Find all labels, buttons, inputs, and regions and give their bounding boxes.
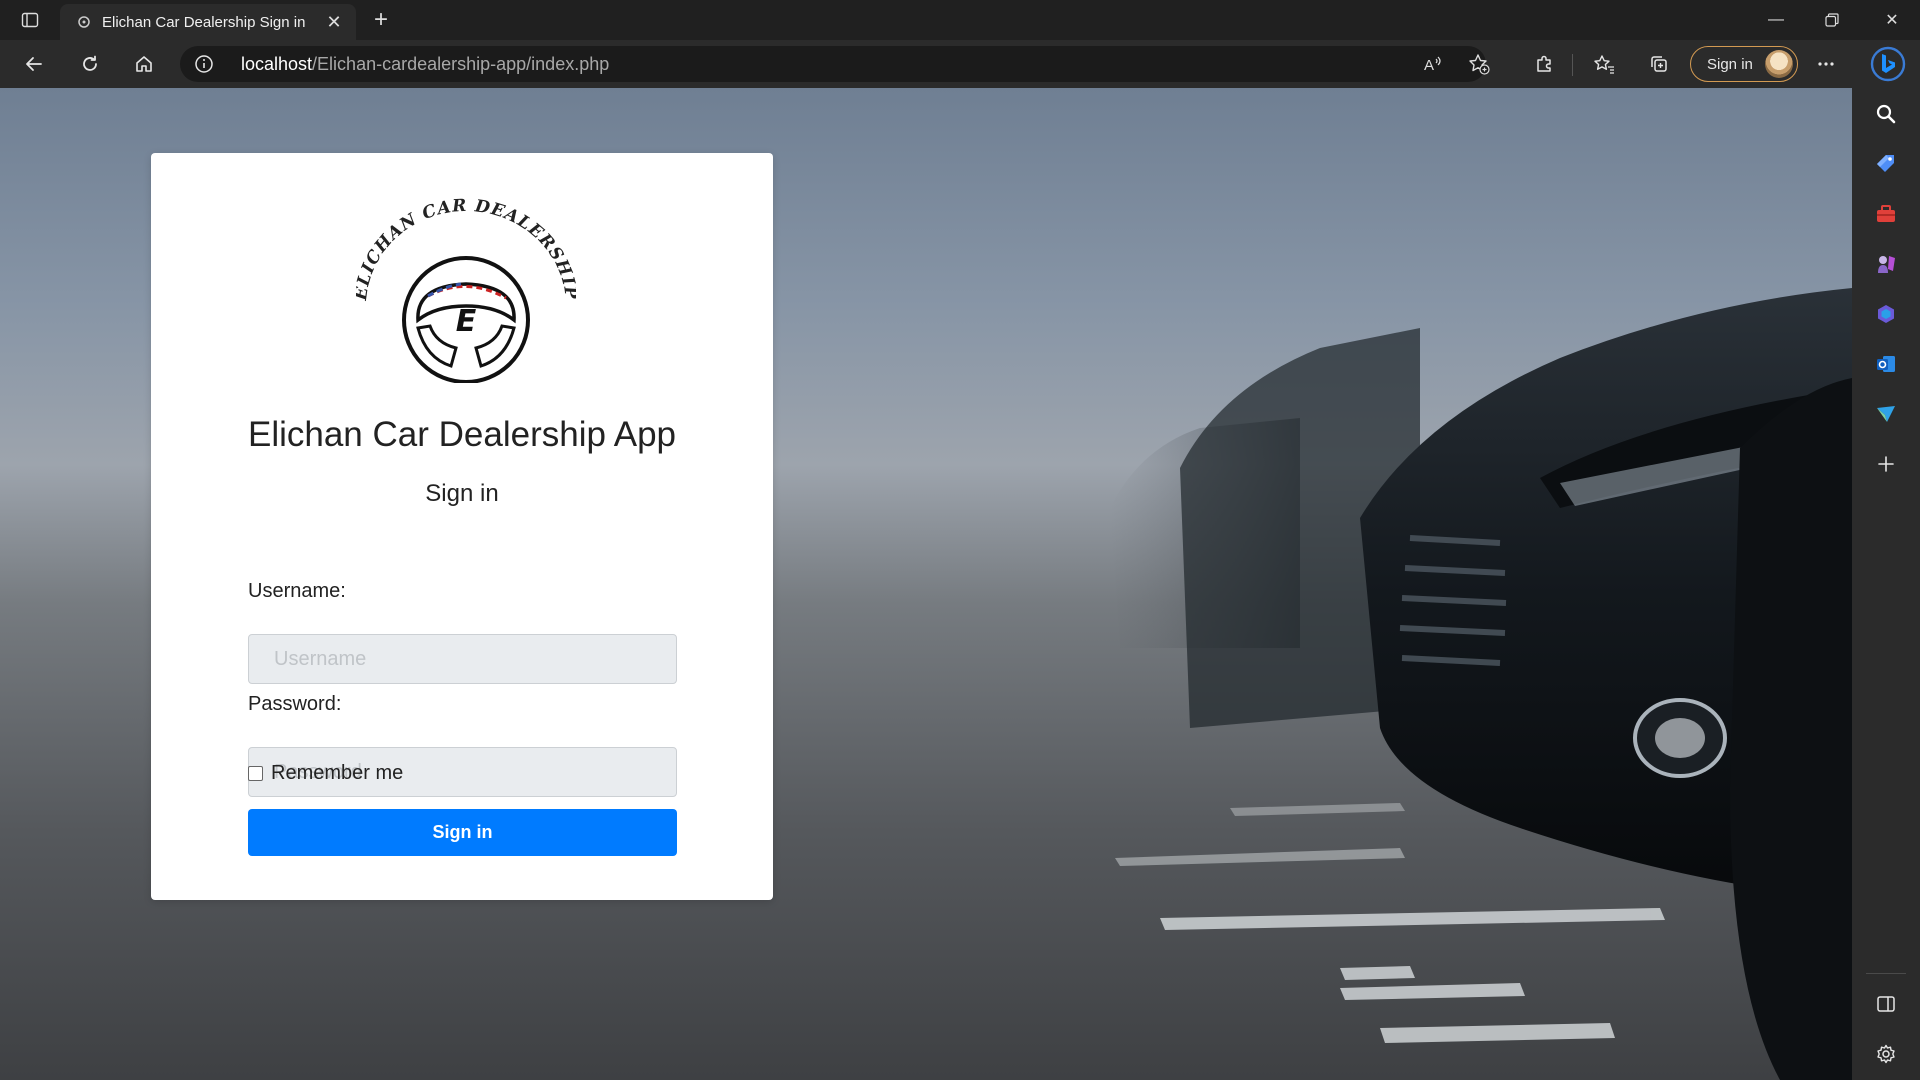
settings-icon [1877, 1044, 1895, 1064]
outlook-icon [1877, 356, 1895, 372]
shopping-tag-icon [1877, 155, 1894, 172]
bing-copilot-button[interactable] [1868, 44, 1908, 84]
browser-toolbar: localhost/Elichan-cardealership-app/inde… [0, 40, 1920, 88]
puzzle-icon [1537, 55, 1551, 72]
send-icon [1877, 406, 1895, 422]
svg-text:A: A [1424, 57, 1434, 74]
settings-and-more-button[interactable] [1810, 48, 1842, 80]
sidebar-games-button[interactable] [1870, 248, 1902, 280]
split-view-icon [1877, 996, 1895, 1012]
profile-sign-in-label: Sign in [1707, 55, 1753, 73]
collections-icon [1651, 56, 1667, 72]
sidebar-split-view-button[interactable] [1870, 988, 1902, 1020]
password-label: Password: [248, 693, 342, 715]
refresh-icon [83, 55, 97, 71]
browser-tab-active[interactable]: Elichan Car Dealership Sign in ✕ [60, 4, 356, 40]
address-bar[interactable]: localhost/Elichan-cardealership-app/inde… [180, 46, 1490, 82]
sidebar-outlook-button[interactable] [1870, 348, 1902, 380]
web-page: ELICHAN CAR DEALERSHIP E Elichan Car Dea… [0, 88, 1852, 1080]
games-icon [1878, 256, 1895, 273]
url-path: /Elichan-cardealership-app/index.php [312, 54, 610, 74]
remember-me-row[interactable]: Remember me [248, 762, 403, 785]
restore-icon [1825, 13, 1839, 27]
favorites-button[interactable] [1588, 48, 1620, 80]
sidebar-add-button[interactable] [1870, 448, 1902, 480]
svg-text:ELICHAN CAR DEALERSHIP: ELICHAN CAR DEALERSHIP [356, 198, 576, 302]
sidebar-settings-button[interactable] [1870, 1038, 1902, 1070]
refresh-button[interactable] [74, 48, 106, 80]
remember-me-checkbox[interactable] [248, 766, 263, 781]
close-window-button[interactable]: ✕ [1864, 0, 1920, 40]
extensions-button[interactable] [1528, 48, 1560, 80]
read-aloud-icon[interactable]: A [1421, 52, 1445, 76]
sign-in-button[interactable]: Sign in [248, 809, 677, 856]
home-icon [136, 56, 152, 72]
url-host: localhost [241, 54, 313, 74]
copilot-icon [1878, 305, 1894, 323]
minimize-button[interactable]: — [1748, 0, 1804, 40]
sidebar-shopping-button[interactable] [1870, 148, 1902, 180]
sign-in-heading: Sign in [425, 480, 499, 507]
logo-arc-text: ELICHAN CAR DEALERSHIP [356, 198, 576, 302]
sidebar-search-button[interactable] [1870, 98, 1902, 130]
more-icon [1818, 62, 1834, 66]
sidebar-tools-button[interactable] [1870, 198, 1902, 230]
sidebar-copilot-button[interactable] [1870, 298, 1902, 330]
tab-actions-icon [21, 12, 39, 28]
add-icon [1878, 456, 1894, 472]
tab-actions-button[interactable] [10, 6, 50, 34]
remember-me-label[interactable]: Remember me [271, 762, 403, 785]
dealership-logo: ELICHAN CAR DEALERSHIP E [356, 198, 576, 383]
profile-avatar [1765, 50, 1793, 78]
site-favicon-icon [76, 14, 92, 30]
new-tab-button[interactable]: + [366, 6, 396, 34]
toolbox-icon [1877, 205, 1895, 222]
back-button[interactable] [18, 48, 50, 80]
url-text[interactable]: localhost/Elichan-cardealership-app/inde… [241, 54, 609, 75]
logo-monogram: E [456, 304, 477, 339]
site-info-icon[interactable] [192, 52, 216, 76]
back-arrow-icon [26, 57, 42, 71]
tab-title: Elichan Car Dealership Sign in [102, 13, 306, 31]
sidebar-divider [1866, 973, 1906, 974]
toolbar-divider [1572, 54, 1573, 76]
sidebar-send-button[interactable] [1870, 398, 1902, 430]
tab-close-icon[interactable]: ✕ [322, 10, 346, 34]
restore-button[interactable] [1804, 0, 1860, 40]
username-label: Username: [248, 580, 346, 602]
app-title: Elichan Car Dealership App [247, 415, 676, 454]
browser-title-bar: Elichan Car Dealership Sign in ✕ + — ✕ [0, 0, 1920, 40]
bing-icon [1870, 46, 1906, 82]
username-input[interactable] [248, 634, 677, 684]
home-button[interactable] [128, 48, 160, 80]
profile-sign-in-button[interactable]: Sign in [1690, 46, 1798, 82]
search-icon [1876, 104, 1896, 124]
edge-sidebar [1852, 88, 1920, 1080]
add-favorite-icon[interactable] [1467, 52, 1491, 76]
sign-in-card: ELICHAN CAR DEALERSHIP E Elichan Car Dea… [151, 153, 773, 900]
collections-button[interactable] [1643, 48, 1675, 80]
favorites-icon [1594, 55, 1614, 74]
